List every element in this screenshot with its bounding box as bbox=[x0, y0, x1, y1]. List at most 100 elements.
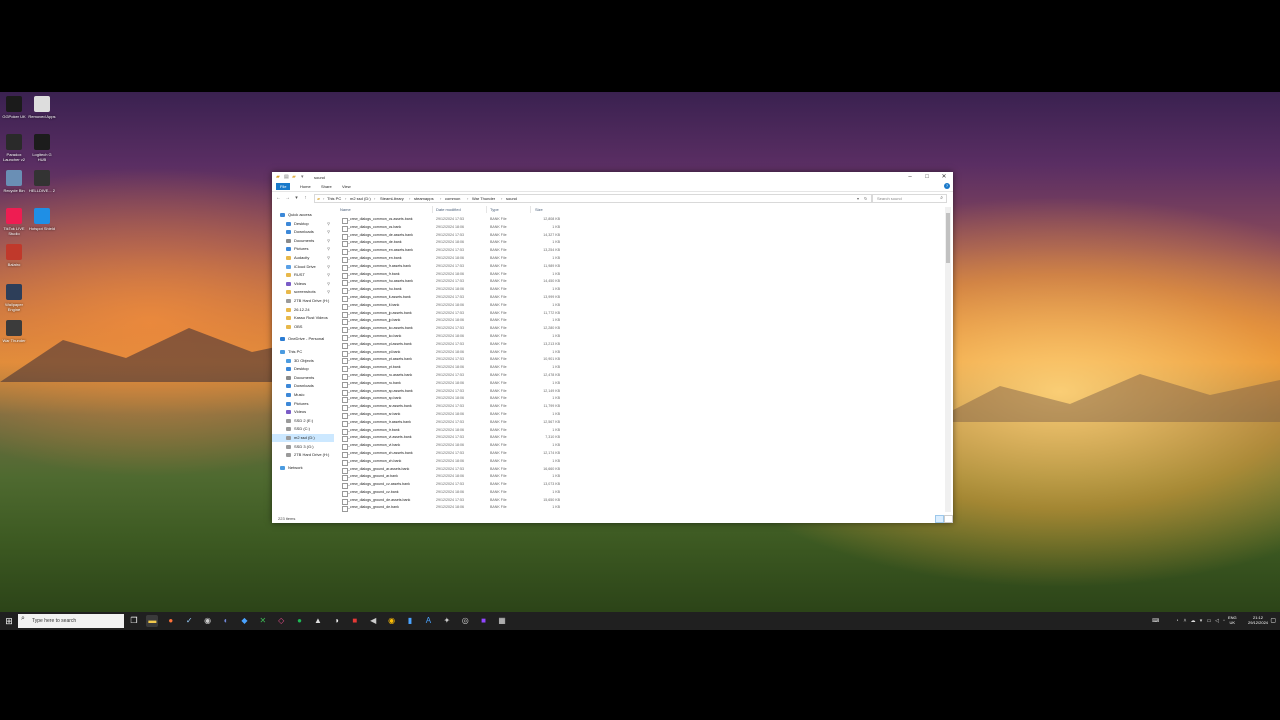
chrome-icon[interactable]: ◉ bbox=[386, 615, 398, 627]
clock[interactable]: 21:12 29/12/2024 bbox=[1248, 615, 1268, 625]
file-row[interactable]: _crew_dialogs_common_pl.assets.bank 29/12… bbox=[338, 341, 943, 349]
file-row[interactable]: _crew_dialogs_common_zh.assets.bank 29/12… bbox=[338, 450, 943, 458]
nav-item[interactable]: Videos ⚲ bbox=[272, 280, 334, 288]
large-icons-view-button[interactable] bbox=[944, 515, 953, 523]
search-box[interactable]: Search sound ⌕ bbox=[872, 194, 947, 203]
desktop-icon[interactable]: HELLDIVE... 2 bbox=[28, 170, 56, 193]
app-icon[interactable]: ▮ bbox=[404, 615, 416, 627]
tab-file[interactable]: File bbox=[276, 183, 291, 190]
nav-item[interactable]: 2TB Hard Drive (H:) bbox=[272, 451, 334, 459]
start-button[interactable]: ⊞ bbox=[2, 614, 16, 628]
file-row[interactable]: _crew_dialogs_common_ru.bank 29/12/2024 1… bbox=[338, 380, 943, 388]
nav-item[interactable]: Downloads ⚲ bbox=[272, 228, 334, 236]
nav-item[interactable]: Downloads bbox=[272, 382, 334, 390]
keyboard-icon[interactable]: ⌨ bbox=[1152, 617, 1159, 625]
file-row[interactable]: _crew_dialogs_ground_de.assets.bank 29/12… bbox=[338, 497, 943, 505]
taskbar-search-box[interactable]: ⌕ Type here to search bbox=[18, 614, 124, 628]
nav-item[interactable]: screenshots ⚲ bbox=[272, 288, 334, 296]
pin-icon[interactable]: ⚲ bbox=[327, 237, 330, 245]
file-row[interactable]: _crew_dialogs_common_pl.bank 29/12/2024 1… bbox=[338, 349, 943, 357]
file-row[interactable]: _crew_dialogs_common_sr.bank 29/12/2024 1… bbox=[338, 411, 943, 419]
desktop-icon[interactable]: Balatro bbox=[0, 244, 28, 267]
app-icon[interactable]: ◀ bbox=[367, 615, 379, 627]
breadcrumb-common[interactable]: common bbox=[445, 196, 460, 201]
chevron-down-icon[interactable]: ▾ bbox=[293, 194, 300, 202]
tab-view[interactable]: View bbox=[338, 183, 355, 190]
file-row[interactable]: _crew_dialogs_common_tr.assets.bank 29/12… bbox=[338, 419, 943, 427]
breadcrumb-drive[interactable]: m2 ssd (D:) bbox=[350, 196, 371, 201]
nav-item[interactable]: Kasso Rust Videos bbox=[272, 314, 334, 322]
firefox-icon[interactable]: ● bbox=[165, 615, 177, 627]
file-row[interactable]: _crew_dialogs_ground_cz.assets.bank 29/12… bbox=[338, 481, 943, 490]
file-row[interactable]: _crew_dialogs_ground_ar.bank 29/12/2024 1… bbox=[338, 473, 943, 482]
nav-item[interactable]: OBS bbox=[272, 323, 334, 331]
nav-item[interactable]: iCloud Drive ⚲ bbox=[272, 263, 334, 271]
file-row[interactable]: _crew_dialogs_ground_ar.assets.bank 29/12… bbox=[338, 466, 943, 474]
column-divider[interactable] bbox=[486, 206, 487, 213]
nav-item[interactable]: 3D Objects bbox=[272, 357, 334, 365]
nav-item[interactable]: Audacity ⚲ bbox=[272, 254, 334, 262]
maximize-button[interactable]: □ bbox=[919, 172, 935, 182]
breadcrumb-sound[interactable]: sound bbox=[506, 196, 517, 201]
refresh-icon[interactable]: ↻ bbox=[864, 196, 867, 201]
file-row[interactable]: _crew_dialogs_common_jp.assets.bank 29/12… bbox=[338, 310, 943, 318]
nav-item[interactable]: Music bbox=[272, 391, 334, 399]
people-icon[interactable]: ◔ bbox=[1174, 617, 1180, 625]
file-row[interactable]: _crew_dialogs_common_zh.bank 29/12/2024 1… bbox=[338, 458, 943, 466]
file-row[interactable]: _crew_dialogs_common_pt.bank 29/12/2024 1… bbox=[338, 364, 943, 373]
app-icon[interactable]: ▦ bbox=[496, 615, 508, 627]
app-icon[interactable]: ● bbox=[294, 615, 306, 627]
forward-arrow-icon[interactable]: → bbox=[284, 194, 291, 202]
app-icon[interactable]: ◇ bbox=[275, 615, 287, 627]
file-row[interactable]: _crew_dialogs_common_cs.bank 29/12/2024 1… bbox=[338, 224, 943, 232]
file-row[interactable]: _crew_dialogs_common_en.assets.bank 29/12… bbox=[338, 247, 943, 256]
scroll-thumb[interactable] bbox=[946, 213, 950, 263]
desktop-icon[interactable]: War Thunder bbox=[0, 320, 28, 343]
breadcrumb-this-pc[interactable]: This PC bbox=[327, 196, 341, 201]
file-row[interactable]: _crew_dialogs_common_it.assets.bank 29/12… bbox=[338, 294, 943, 302]
nav-item[interactable]: OneDrive - Personal bbox=[272, 335, 334, 343]
file-row[interactable]: _crew_dialogs_common_sr.assets.bank 29/12… bbox=[338, 403, 943, 412]
breadcrumb-war-thunder[interactable]: War Thunder bbox=[472, 196, 495, 201]
file-row[interactable]: _crew_dialogs_common_de.bank 29/12/2024 1… bbox=[338, 239, 943, 248]
app-icon[interactable]: A bbox=[422, 615, 434, 627]
desktop-icon[interactable]: Recycle Bin bbox=[0, 170, 28, 193]
address-bar[interactable]: ▰ › This PC › m2 ssd (D:) › SteamLibrary… bbox=[314, 194, 872, 203]
column-header-date[interactable]: Date modified bbox=[436, 207, 461, 212]
app-icon[interactable]: ■ bbox=[478, 615, 490, 627]
nav-item[interactable]: m2 ssd (D:) bbox=[272, 434, 334, 442]
nav-item[interactable]: 2TB Hard Drive (H:) bbox=[272, 297, 334, 305]
nav-item[interactable]: Quick access bbox=[272, 211, 334, 219]
app-icon[interactable]: ✦ bbox=[441, 615, 453, 627]
pin-icon[interactable]: ⚲ bbox=[327, 245, 330, 253]
app-icon[interactable]: ◎ bbox=[459, 615, 471, 627]
file-row[interactable]: _crew_dialogs_common_fr.bank 29/12/2024 1… bbox=[338, 271, 943, 279]
file-row[interactable]: _crew_dialogs_common_jp.bank 29/12/2024 1… bbox=[338, 317, 943, 326]
steam-icon[interactable]: ✓ bbox=[183, 615, 195, 627]
file-row[interactable]: _crew_dialogs_common_tr.bank 29/12/2024 1… bbox=[338, 427, 943, 435]
file-row[interactable]: _crew_dialogs_common_sp.bank 29/12/2024 1… bbox=[338, 395, 943, 404]
desktop-icon[interactable]: TikTok LIVE Studio bbox=[0, 208, 28, 236]
pin-icon[interactable]: ⚲ bbox=[327, 288, 330, 296]
chevron-up-icon[interactable]: ˄ bbox=[1182, 617, 1188, 625]
file-row[interactable]: _crew_dialogs_common_de.assets.bank 29/12… bbox=[338, 232, 943, 240]
file-explorer-window[interactable]: ▰ ▤ ▰ ▾ sound – □ ✕ File Home Share View… bbox=[272, 172, 953, 523]
search-input[interactable]: Search sound bbox=[877, 196, 902, 201]
xbox-icon[interactable]: ✕ bbox=[257, 615, 269, 627]
properties-icon[interactable]: ▤ bbox=[284, 174, 290, 180]
nav-item[interactable]: Documents bbox=[272, 374, 334, 382]
notification-icon[interactable]: ▢ bbox=[1270, 617, 1276, 624]
desktop-icon[interactable]: Removed Apps bbox=[28, 96, 56, 119]
nav-item[interactable]: RUST ⚲ bbox=[272, 271, 334, 279]
file-row[interactable]: _crew_dialogs_common_en.bank 29/12/2024 1… bbox=[338, 255, 943, 263]
file-row[interactable]: _crew_dialogs_common_ko.bank 29/12/2024 1… bbox=[338, 333, 943, 341]
nav-item[interactable]: SSD 2 (E:) bbox=[272, 417, 334, 425]
desktop-icon[interactable]: Hotspot Shield bbox=[28, 208, 56, 231]
usb-icon[interactable]: ▾ bbox=[1198, 617, 1204, 625]
tab-share[interactable]: Share bbox=[317, 183, 336, 190]
chevron-down-icon[interactable]: ▾ bbox=[301, 174, 307, 180]
nav-item[interactable]: Pictures ⚲ bbox=[272, 245, 334, 253]
breadcrumb-steamlibrary[interactable]: SteamLibrary bbox=[380, 196, 404, 201]
task-view-icon[interactable]: ❐ bbox=[128, 615, 140, 627]
column-header-size[interactable]: Size bbox=[535, 207, 543, 212]
